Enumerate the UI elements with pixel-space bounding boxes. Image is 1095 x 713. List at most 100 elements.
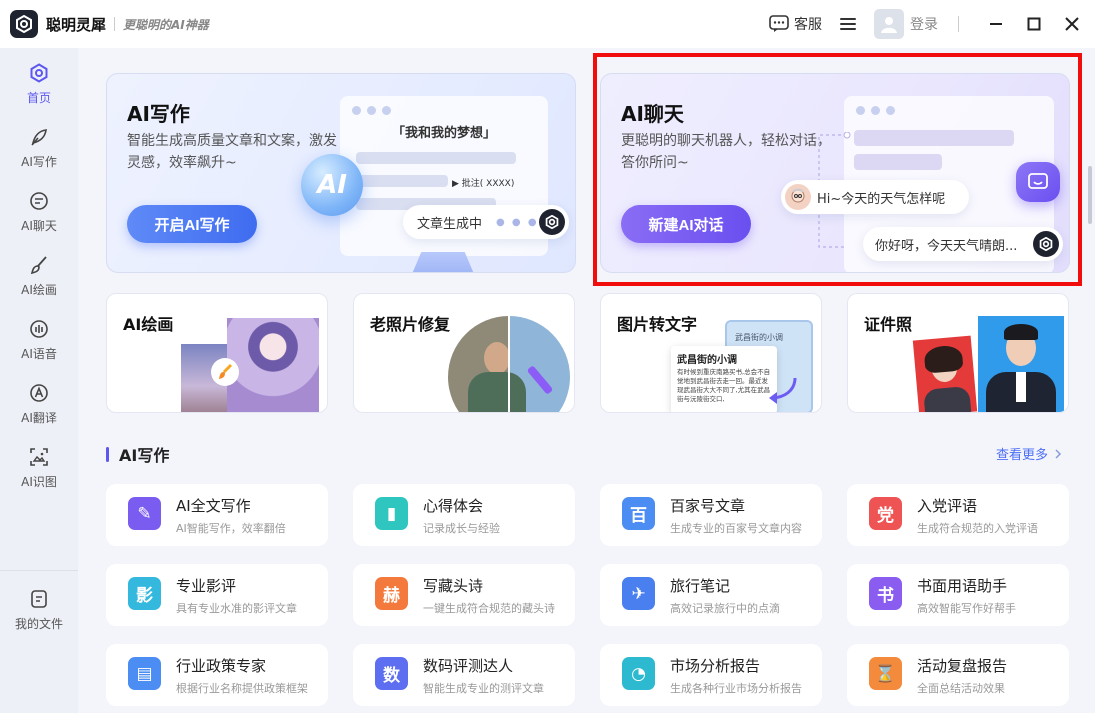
feature-title: AI绘画 [123,315,174,334]
tool-description: 记录成长与经验 [423,522,500,535]
tool-card[interactable]: 党入党评语 生成符合规范的入党评语 [847,484,1069,546]
tool-icon: 书 [869,577,902,610]
tool-card[interactable]: ✈ 旅行笔记 高效记录旅行中的点滴 [600,564,822,626]
sidebar-item-ai-translate[interactable]: AI翻译 [0,374,78,434]
tool-icon: 百 [622,497,655,530]
tool-icon: 赫 [375,577,408,610]
window-controls-divider [958,16,959,32]
sidebar-item-ai-writing[interactable]: AI写作 [0,118,78,178]
tool-name: 数码评测达人 [423,657,514,675]
start-ai-writing-button[interactable]: 开启AI写作 [127,205,257,243]
title-bar: 聪明灵犀 更聪明的AI神器 客服 登录 [0,0,1095,48]
brush-icon [211,358,239,386]
restored-photo-thumbnail [448,316,570,412]
sidebar-item-label: AI翻译 [21,411,57,425]
sidebar-item-ai-voice[interactable]: AI语音 [0,310,78,370]
tool-icon: ✎ [128,497,161,530]
tool-card[interactable]: 影专业影评 具有专业水准的影评文章 [106,564,328,626]
tool-card[interactable]: 书书面用语助手高效智能写作好帮手 [847,564,1069,626]
voice-icon [28,318,50,340]
sidebar-item-label: AI绘画 [21,283,57,297]
extracted-text-title: 武昌街的小调 [677,355,737,366]
customer-service-button[interactable]: 客服 [769,14,822,34]
section-title: AI写作 [106,442,169,466]
tool-description: AI智能写作，效率翻倍 [176,522,286,535]
tool-card[interactable]: 赫写藏头诗 一键生成符合规范的藏头诗 [353,564,575,626]
sidebar: 首页 AI写作 AI聊天 AI绘画 AI语音 AI翻译 AI识图 我的文件 [0,48,78,713]
app-name: 聪明灵犀 [46,15,107,34]
app-slogan: 更聪明的AI神器 [123,17,209,32]
tool-icon: ◔ [622,657,655,690]
feature-title: 老照片修复 [370,315,451,334]
generating-status-text: 文章生成中 [417,216,483,232]
sidebar-item-label: 我的文件 [14,617,63,631]
sidebar-item-label: AI识图 [21,475,57,489]
app-logo-icon [10,10,38,38]
mock-doc-title: 「我和我的梦想」 [391,126,496,141]
login-button[interactable]: 登录 [910,14,938,34]
tool-description: 根据行业名称提供政策框架 [176,682,308,695]
chat-support-icon [769,15,789,32]
maximize-icon [1027,17,1041,31]
see-more-link[interactable]: 查看更多 [996,444,1064,463]
avatar[interactable] [874,9,904,39]
hero-card-ai-writing[interactable]: AI写作 智能生成高质量文章和文案，激发灵感，效率飙升~ 开启AI写作 「我和我… [106,73,576,273]
tool-card[interactable]: 数数码评测达人 智能生成专业的测评文章 [353,644,575,706]
hero-title: AI写作 [127,102,190,126]
sidebar-item-my-files[interactable]: 我的文件 [0,580,78,640]
translate-icon [28,382,50,404]
sidebar-item-ai-image-recognition[interactable]: AI识图 [0,438,78,498]
tool-name: 心得体会 [423,497,484,515]
tool-name: 专业影评 [176,577,237,595]
blue-background-photo [978,316,1064,412]
tool-icon: 数 [375,657,408,690]
stand-decoration [412,252,474,272]
tool-name: 市场分析报告 [670,657,761,675]
sidebar-item-home[interactable]: 首页 [0,54,78,114]
highlight-frame [593,53,1082,286]
user-icon [881,17,897,33]
tool-name: 百家号文章 [670,497,746,515]
tool-card[interactable]: ▤ 行业政策专家根据行业名称提供政策框架 [106,644,328,706]
sidebar-item-ai-chat[interactable]: AI聊天 [0,182,78,242]
menu-icon[interactable] [840,18,856,30]
feature-card-image-to-text[interactable]: 图片转文字 武昌街的小调 武昌街的小调 有时候到重庆南路买书,总会不自觉地到武昌… [600,293,822,413]
sidebar-item-ai-painting[interactable]: AI绘画 [0,246,78,306]
sidebar-item-label: AI聊天 [21,219,57,233]
feature-card-ai-painting[interactable]: AI绘画 [106,293,328,413]
maximize-button[interactable] [1015,0,1053,48]
tool-description: 高效记录旅行中的点滴 [670,602,780,615]
red-background-photo [912,335,978,412]
home-icon [28,62,50,84]
tool-card[interactable]: 百百家号文章 生成专业的百家号文章内容 [600,484,822,546]
tool-card[interactable]: ◔ 市场分析报告生成各种行业市场分析报告 [600,644,822,706]
tool-description: 高效智能写作好帮手 [917,602,1016,615]
chat-icon [28,190,50,212]
tool-name: 活动复盘报告 [917,657,1008,675]
tool-name: 行业政策专家 [176,657,267,675]
see-more-label: 查看更多 [996,448,1049,463]
tool-icon: 党 [869,497,902,530]
scrollbar-thumb[interactable] [1088,166,1092,224]
tool-description: 生成符合规范的入党评语 [917,522,1038,535]
title-divider [114,17,116,31]
generating-status-pill: 文章生成中 ● ● ● [403,205,569,239]
minimize-button[interactable] [977,0,1015,48]
feature-title: 图片转文字 [617,315,698,334]
close-button[interactable] [1053,0,1091,48]
annotation-label: ▶ 批注( XXXX) [452,179,515,189]
tool-name: 书面用语助手 [917,577,1008,595]
extracted-text-thumbnail: 武昌街的小调 有时候到重庆南路买书,总会不自觉地到武昌街去走一回。最近发现武昌街… [671,346,777,412]
tool-description: 生成各种行业市场分析报告 [670,682,802,695]
feature-card-id-photo[interactable]: 证件照 [847,293,1069,413]
feature-card-old-photo-restoration[interactable]: 老照片修复 [353,293,575,413]
close-icon [1065,17,1079,31]
tool-card[interactable]: ⌛ 活动复盘报告全面总结活动效果 [847,644,1069,706]
tool-description: 全面总结活动效果 [917,682,1005,695]
tool-card[interactable]: ▮ 心得体会 记录成长与经验 [353,484,575,546]
tool-card[interactable]: ✎ AI全文写作 AI智能写作，效率翻倍 [106,484,328,546]
tool-icon: ⌛ [869,657,902,690]
ai-badge-icon: AI [301,154,363,216]
app-logo-icon [539,209,565,235]
tool-icon: ▤ [128,657,161,690]
